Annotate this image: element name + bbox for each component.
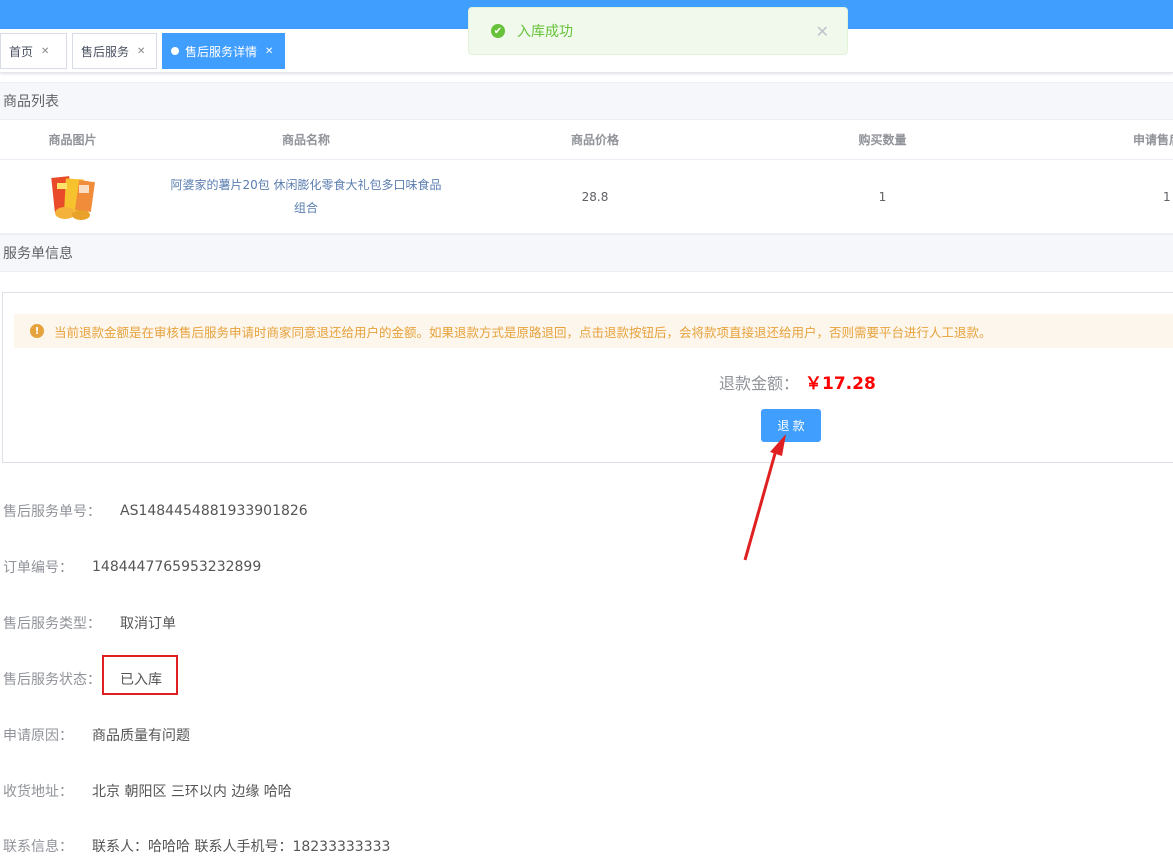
detail-label: 申请原因：: [3, 728, 73, 744]
tab-label: 首页: [9, 44, 34, 59]
column-header: 购买数量: [858, 133, 907, 147]
refund-alert: ! 当前退款金额是在审核售后服务申请时商家同意退还给用户的金额。如果退款方式是原…: [14, 314, 1173, 348]
product-table-header: 商品图片 商品名称 商品价格 购买数量 申请售后: [0, 120, 1173, 160]
detail-label: 订单编号：: [3, 560, 73, 576]
detail-value: 商品质量有问题: [92, 728, 190, 744]
check-circle-icon: ✔: [491, 24, 505, 38]
status-highlight-box: [102, 655, 178, 695]
product-name-link[interactable]: 阿婆家的薯片20包 休闲膨化零食大礼包多口味食品组合: [166, 174, 446, 220]
tab-after-sales-detail[interactable]: 售后服务详情 ✕: [162, 33, 285, 69]
close-icon[interactable]: ✕: [265, 46, 273, 57]
service-number-row: 售后服务单号： AS1484454881933901826: [3, 501, 308, 521]
detail-value: 联系人：哈哈哈 联系人手机号：18233333333: [92, 839, 391, 855]
detail-label: 售后服务类型：: [3, 616, 101, 632]
product-list-title: 商品列表: [0, 82, 1173, 120]
refund-button[interactable]: 退 款: [761, 409, 821, 442]
tab-home[interactable]: 首页 ✕: [0, 33, 67, 69]
warning-icon: !: [30, 324, 44, 338]
apply-quantity: 1: [1163, 189, 1171, 204]
service-info-title: 服务单信息: [0, 234, 1173, 272]
order-number-row: 订单编号： 1484447765953232899: [3, 557, 261, 577]
active-dot-icon: [171, 47, 179, 55]
service-type-row: 售后服务类型： 取消订单: [3, 613, 176, 633]
refund-panel: ! 当前退款金额是在审核售后服务申请时商家同意退还给用户的金额。如果退款方式是原…: [2, 292, 1173, 463]
detail-label: 收货地址：: [3, 784, 73, 800]
close-icon[interactable]: ✕: [137, 46, 145, 57]
refund-amount-label: 退款金额：: [719, 374, 800, 393]
shipping-address-row: 收货地址： 北京 朝阳区 三环以内 边缘 哈哈: [3, 781, 292, 801]
toast-message: 入库成功: [517, 24, 573, 40]
column-header: 商品图片: [48, 133, 97, 147]
close-icon[interactable]: ✕: [41, 46, 49, 57]
detail-value: AS1484454881933901826: [120, 503, 308, 519]
column-header: 申请售后: [1133, 133, 1173, 147]
purchase-quantity: 1: [878, 189, 887, 204]
product-image[interactable]: [50, 173, 95, 221]
tab-label: 售后服务详情: [185, 44, 258, 59]
product-image-cell: [0, 160, 145, 233]
refund-amount: 退款金额： ￥17.28: [719, 369, 876, 394]
detail-label: 售后服务单号：: [3, 504, 101, 520]
contact-info-row: 联系信息： 联系人：哈哈哈 联系人手机号：18233333333: [3, 836, 390, 856]
apply-reason-row: 申请原因： 商品质量有问题: [3, 725, 190, 745]
detail-value: 取消订单: [120, 616, 176, 632]
table-row: 阿婆家的薯片20包 休闲膨化零食大礼包多口味食品组合 28.8 1 1: [0, 160, 1173, 234]
close-icon[interactable]: ✕: [816, 22, 829, 41]
detail-value: 1484447765953232899: [92, 559, 262, 575]
detail-value: 北京 朝阳区 三环以内 边缘 哈哈: [92, 784, 292, 800]
success-toast: ✔ 入库成功 ✕: [468, 7, 848, 55]
column-header: 商品名称: [281, 133, 330, 147]
detail-label: 联系信息：: [3, 839, 73, 855]
tab-after-sales[interactable]: 售后服务 ✕: [72, 33, 157, 69]
column-header: 商品价格: [570, 133, 619, 147]
refund-amount-value: ￥17.28: [805, 374, 876, 394]
alert-text: 当前退款金额是在审核售后服务申请时商家同意退还给用户的金额。如果退款方式是原路退…: [54, 324, 992, 340]
product-name-cell: 阿婆家的薯片20包 休闲膨化零食大礼包多口味食品组合: [166, 160, 446, 233]
tab-label: 售后服务: [81, 44, 130, 59]
product-price: 28.8: [581, 189, 609, 204]
